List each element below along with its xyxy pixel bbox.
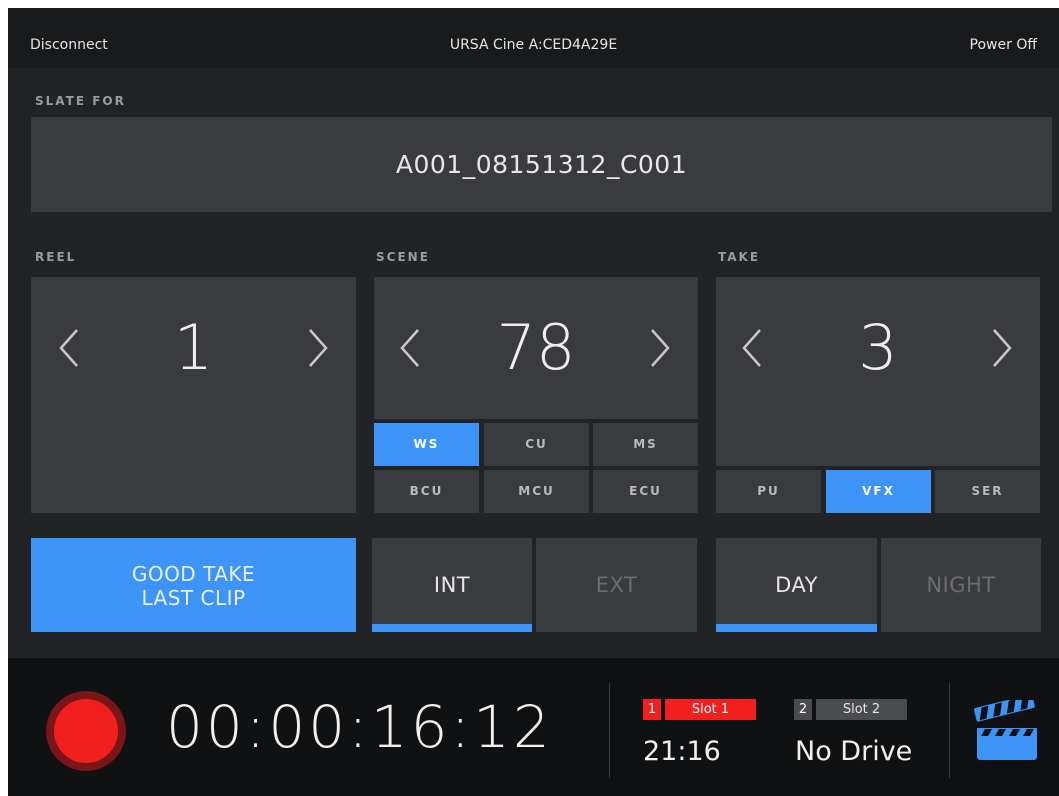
- int-label: INT: [433, 573, 471, 597]
- good-take-button[interactable]: GOOD TAKE LAST CLIP: [31, 538, 356, 632]
- day-selected-indicator: [716, 624, 877, 632]
- scene-panel: 78: [374, 277, 698, 419]
- slate-screen: Disconnect URSA Cine A:CED4A29E Power Of…: [8, 8, 1059, 796]
- transport-bar: 00:00:16:12 1 Slot 1 21:16 2 Slot 2 No D…: [8, 658, 1059, 796]
- good-take-line2: LAST CLIP: [141, 586, 246, 610]
- record-icon: [54, 699, 118, 763]
- reel-next-button[interactable]: [304, 326, 332, 370]
- shot-type-cu[interactable]: CU: [484, 423, 589, 466]
- take-panel: 3: [716, 277, 1040, 466]
- shot-type-bcu[interactable]: BCU: [374, 470, 479, 513]
- shot-type-mcu[interactable]: MCU: [484, 470, 589, 513]
- slot1-number: 1: [643, 699, 661, 720]
- slot2-name: Slot 2: [816, 699, 907, 720]
- chevron-right-icon: [309, 329, 328, 367]
- timecode: 00:00:16:12: [166, 693, 553, 761]
- int-toggle[interactable]: INT: [372, 538, 532, 632]
- chevron-right-icon: [993, 329, 1012, 367]
- take-next-button[interactable]: [988, 326, 1016, 370]
- power-off-button[interactable]: Power Off: [970, 37, 1037, 53]
- shot-type-ws[interactable]: WS: [374, 423, 479, 466]
- shot-type-ms[interactable]: MS: [593, 423, 698, 466]
- reel-label: REEL: [35, 250, 77, 264]
- slot1-remaining: 21:16: [643, 736, 721, 767]
- camera-name: URSA Cine A:CED4A29E: [449, 37, 618, 53]
- take-flag-vfx[interactable]: VFX: [826, 470, 931, 513]
- scene-label: SCENE: [376, 250, 430, 264]
- good-take-line1: GOOD TAKE: [131, 562, 256, 586]
- shot-type-ecu[interactable]: ECU: [593, 470, 698, 513]
- top-bar: Disconnect URSA Cine A:CED4A29E Power Of…: [8, 8, 1059, 68]
- slot2-status: No Drive: [795, 736, 913, 767]
- take-label: TAKE: [718, 250, 761, 264]
- slate-for-label: SLATE FOR: [35, 94, 126, 108]
- scene-next-button[interactable]: [646, 326, 674, 370]
- int-selected-indicator: [372, 624, 532, 632]
- night-label: NIGHT: [926, 573, 996, 597]
- day-label: DAY: [775, 573, 818, 597]
- ext-toggle[interactable]: EXT: [536, 538, 697, 632]
- take-flag-pu[interactable]: PU: [716, 470, 821, 513]
- ext-label: EXT: [595, 573, 638, 597]
- chevron-right-icon: [651, 329, 670, 367]
- night-toggle[interactable]: NIGHT: [881, 538, 1041, 632]
- record-button[interactable]: [46, 691, 126, 771]
- slot2-number: 2: [794, 699, 812, 720]
- clapperboard-icon: [974, 694, 1037, 760]
- day-toggle[interactable]: DAY: [716, 538, 877, 632]
- reel-panel: 1: [31, 277, 356, 513]
- clip-name-display: A001_08151312_C001: [31, 117, 1052, 212]
- clapperboard-button[interactable]: [973, 694, 1041, 762]
- slot1-name: Slot 1: [665, 699, 756, 720]
- divider: [949, 683, 950, 778]
- divider: [609, 683, 610, 778]
- take-flag-ser[interactable]: SER: [935, 470, 1040, 513]
